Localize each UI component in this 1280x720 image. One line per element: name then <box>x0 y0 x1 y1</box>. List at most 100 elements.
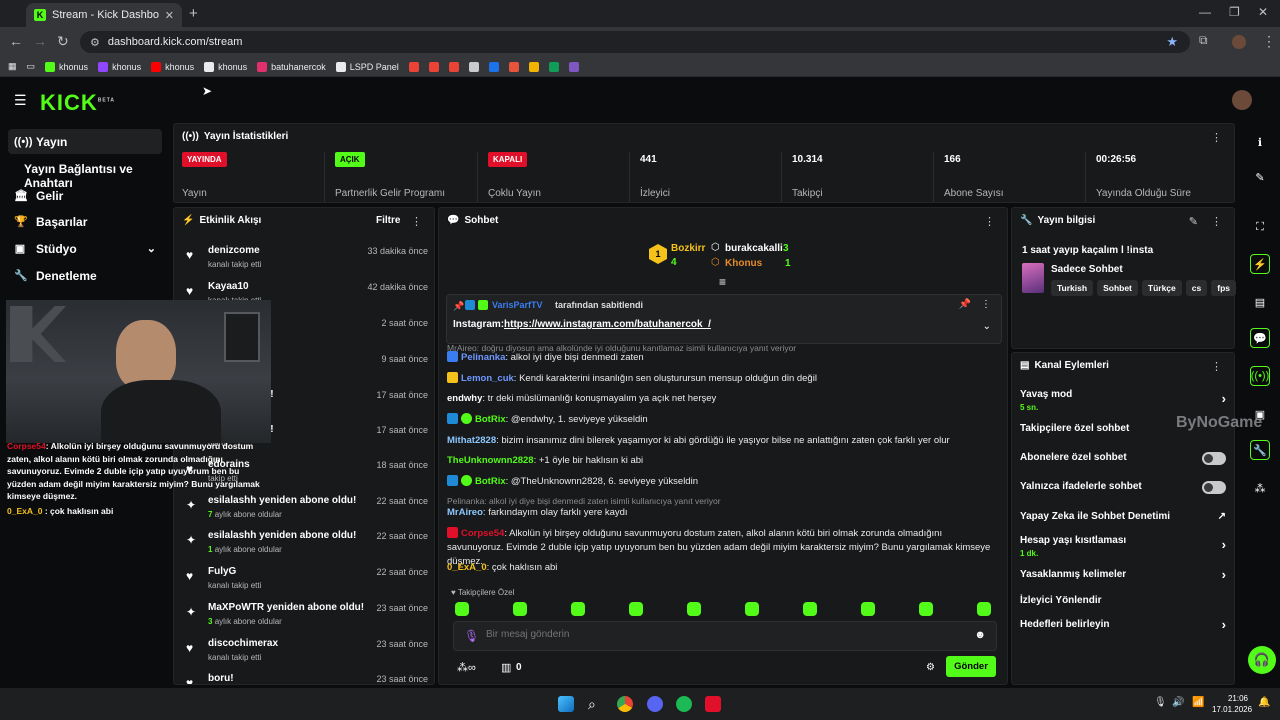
tag[interactable]: Türkçe <box>1141 280 1182 296</box>
chat-username[interactable]: endwhy <box>447 393 482 404</box>
bookmark-icon-only[interactable] <box>428 61 439 72</box>
site-settings-icon[interactable]: ⚙ <box>90 36 100 49</box>
chevron-right-icon[interactable]: › <box>1222 617 1226 632</box>
close-window-icon[interactable]: ✕ <box>1258 5 1268 19</box>
chat-message[interactable]: Mithat2828: bizim insanımız dini bilerek… <box>447 434 997 448</box>
chat-username[interactable]: MrAireo <box>447 507 483 518</box>
more-options-icon[interactable]: ⋮ <box>411 215 422 228</box>
chat-message[interactable]: MrAireo: farkındayım olay farklı yere ka… <box>447 506 997 520</box>
chat-username[interactable]: Mithat2828 <box>447 435 496 446</box>
app-icon[interactable] <box>705 696 721 712</box>
category-thumbnail[interactable] <box>1022 263 1044 293</box>
screenshot-icon[interactable]: ⛶ <box>1250 217 1270 237</box>
emote-icon[interactable] <box>803 602 817 616</box>
pinned-link[interactable]: https://www.instagram.com/batuhanercok_/ <box>504 319 711 330</box>
leader-name[interactable]: Khonus <box>725 258 762 269</box>
channel-action-item[interactable]: Hesap yaşı kısıtlaması 1 dk. › <box>1020 535 1226 558</box>
emote-icon[interactable] <box>571 602 585 616</box>
bookmark-icon-only[interactable] <box>548 61 559 72</box>
filter-button[interactable]: Filtre <box>376 215 400 226</box>
chat-input[interactable]: 🎙 ☻ <box>453 621 997 651</box>
volume-icon[interactable]: 🔊 <box>1172 697 1184 708</box>
sidebar-item-studyo[interactable]: ▣ Stüdyo ⌄ <box>8 236 162 261</box>
minimize-icon[interactable]: — <box>1199 5 1211 19</box>
chat-message[interactable]: endwhy: tr deki müslümanlığı konuşmayalı… <box>447 392 997 406</box>
chat-username[interactable]: Corpse54 <box>461 528 504 539</box>
bolt-icon[interactable]: ⚡ <box>1250 254 1270 274</box>
emote-icon[interactable] <box>745 602 759 616</box>
bookmark-item[interactable]: LSPD Panel <box>335 61 399 72</box>
edit-icon[interactable]: ✎ <box>1189 215 1198 228</box>
forward-icon[interactable]: → <box>33 33 47 49</box>
kicks-icon[interactable]: ⁂∞ <box>457 661 476 674</box>
chat-settings-icon[interactable]: ⚙ <box>926 662 935 673</box>
microphone-icon[interactable]: 🎙 <box>464 629 479 643</box>
chat-username[interactable]: BotRix <box>475 414 506 425</box>
chat-username[interactable]: BotRix <box>475 476 506 487</box>
apps-grid-icon[interactable]: ▦ <box>8 61 17 72</box>
unpin-icon[interactable]: 📌 <box>959 299 971 310</box>
channel-action-item[interactable]: Yalnızca ifadelerle sohbet <box>1020 481 1226 494</box>
activity-event[interactable]: ♥ FulyG kanalı takip etti 22 saat önce <box>184 565 428 599</box>
broadcast-icon[interactable]: ((•)) <box>1250 366 1270 386</box>
sidebar-item-gelir[interactable]: 🏛 Gelir <box>8 183 162 208</box>
more-options-icon[interactable]: ⋮ <box>1211 360 1222 373</box>
channel-action-item[interactable]: Yavaş mod 5 sn. › <box>1020 389 1226 412</box>
new-tab-icon[interactable]: + <box>189 5 198 22</box>
category-name[interactable]: Sadece Sohbet <box>1051 264 1123 275</box>
back-icon[interactable]: ← <box>9 33 23 49</box>
channel-action-item[interactable]: Hedefleri belirleyin › <box>1020 617 1226 632</box>
discord-icon[interactable] <box>647 696 663 712</box>
chat-message-input[interactable] <box>486 629 936 640</box>
chat-message[interactable]: TheUnknownn2828: +1 öyle bir haklısın ki… <box>447 454 997 468</box>
maximize-icon[interactable]: ❐ <box>1229 5 1240 19</box>
chrome-icon[interactable] <box>617 696 633 712</box>
more-options-icon[interactable]: ⋮ <box>1211 131 1222 144</box>
activity-event[interactable]: ♥ denizcome kanalı takip etti 33 dakika önc… <box>184 244 428 278</box>
activity-event[interactable]: ✦ MaXPoWTR yeniden abone oldu! 3 aylık abo… <box>184 601 428 635</box>
emote-icon[interactable] <box>687 602 701 616</box>
bookmark-icon-only[interactable] <box>488 61 499 72</box>
tab-close-icon[interactable]: ✕ <box>165 9 174 22</box>
chat-message[interactable]: Lemon_cuk: Kendi karakterini insanlığın … <box>447 372 997 386</box>
profile-avatar[interactable] <box>1232 35 1246 49</box>
emoji-icon[interactable]: ☻ <box>974 629 986 641</box>
sidebar-item-yayin[interactable]: ((•)) Yayın <box>8 129 162 154</box>
support-icon[interactable]: 🎧 <box>1248 646 1276 674</box>
user-avatar[interactable] <box>1232 90 1252 110</box>
bookmark-item[interactable]: khonus <box>204 61 247 72</box>
emote-icon[interactable] <box>513 602 527 616</box>
channel-action-item[interactable]: Yapay Zeka ile Sohbet Denetimi ↗ <box>1020 511 1226 522</box>
leader-name[interactable]: Bozkirr <box>671 243 705 254</box>
reload-icon[interactable]: ↻ <box>57 33 69 50</box>
wrench-icon[interactable]: 🔧 <box>1250 440 1270 460</box>
address-bar[interactable]: ⚙ dashboard.kick.com/stream ★ <box>80 31 1190 53</box>
browser-menu-icon[interactable]: ⋮ <box>1262 33 1276 50</box>
bookmark-icon-only[interactable] <box>568 61 579 72</box>
toggle-switch[interactable] <box>1202 481 1226 494</box>
clock[interactable]: 21:06 17.01.2026 <box>1212 693 1252 715</box>
chat-username[interactable]: TheUnknownn2828 <box>447 455 534 466</box>
sidebar-item-denetleme[interactable]: 🔧 Denetleme <box>8 263 162 288</box>
channel-action-item[interactable]: İzleyici Yönlendir <box>1020 595 1226 606</box>
emote-icon[interactable] <box>919 602 933 616</box>
spotify-icon[interactable] <box>676 696 692 712</box>
tag[interactable]: Sohbet <box>1097 280 1138 296</box>
bookmark-item[interactable]: batuhanercok <box>257 61 326 72</box>
leader-name[interactable]: burakcakalli <box>725 243 783 254</box>
more-options-icon[interactable]: ⋮ <box>1211 215 1222 228</box>
browser-tab[interactable]: K Stream - Kick Dashboard ✕ <box>26 3 182 27</box>
sidebar-item-basarilar[interactable]: 🏆 Başarılar <box>8 209 162 234</box>
toggle-switch[interactable] <box>1202 452 1226 465</box>
tag[interactable]: fps <box>1211 280 1236 296</box>
external-link-icon[interactable]: ↗ <box>1218 511 1226 522</box>
expand-leaderboard-icon[interactable]: ≡ <box>719 275 726 289</box>
chat-message[interactable]: BotRix: @TheUnknownn2828, 6. seviyeye yü… <box>447 475 997 489</box>
bookmark-icon-only[interactable] <box>448 61 459 72</box>
activity-event[interactable]: ♥ boru! 23 saat önce <box>184 672 428 684</box>
extensions-icon[interactable]: ⧉ <box>1199 33 1208 48</box>
chat-message[interactable]: BotRix: @endwhy, 1. seviyeye yükseldin <box>447 413 997 427</box>
chat-username[interactable]: Pelinanka <box>461 352 505 363</box>
chat-icon[interactable]: 💬 <box>1250 328 1270 348</box>
bookmark-icon-only[interactable] <box>468 61 479 72</box>
